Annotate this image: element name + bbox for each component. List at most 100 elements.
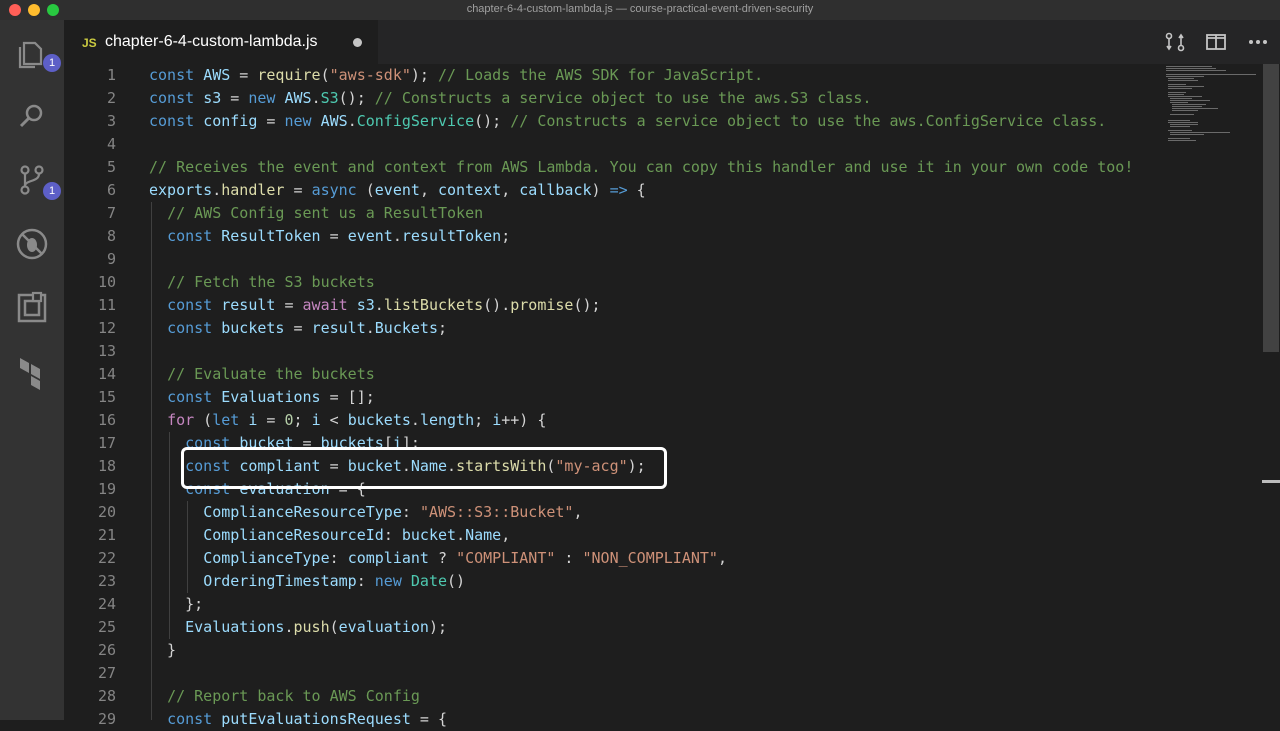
- debug-button[interactable]: [12, 224, 52, 264]
- code-line[interactable]: 26 }: [64, 639, 1162, 662]
- code-line[interactable]: 7 // AWS Config sent us a ResultToken: [64, 202, 1162, 225]
- code-token: event: [347, 227, 393, 245]
- code-text: // AWS Config sent us a ResultToken: [149, 202, 483, 225]
- split-editor-icon[interactable]: [1205, 32, 1227, 52]
- code-token: // Evaluate the buckets: [167, 365, 375, 383]
- tab-chapter-6-4-custom-lambda[interactable]: JS chapter-6-4-custom-lambda.js: [64, 20, 378, 64]
- code-token: const: [149, 66, 195, 84]
- extensions-icon: [17, 291, 47, 323]
- code-token: ConfigService: [356, 112, 475, 130]
- code-line[interactable]: 27: [64, 662, 1162, 685]
- code-token: // Report back to AWS Config: [167, 687, 420, 705]
- code-line[interactable]: 28 // Report back to AWS Config: [64, 685, 1162, 708]
- debug-icon: [16, 228, 48, 260]
- code-line[interactable]: 2 const s3 = new AWS.S3(); // Constructs …: [64, 87, 1162, 110]
- code-token: new: [248, 89, 276, 107]
- code-text: const buckets = result.Buckets;: [149, 317, 447, 340]
- code-token: ,: [501, 526, 511, 544]
- code-line[interactable]: 13: [64, 340, 1162, 363]
- code-token: result: [221, 296, 276, 314]
- code-token: =: [320, 227, 348, 245]
- code-token: for: [167, 411, 195, 429]
- code-text: const config = new AWS.ConfigService(); …: [149, 110, 1106, 133]
- code-editor[interactable]: 1 const AWS = require("aws-sdk"); // Load…: [64, 64, 1162, 728]
- source-control-button[interactable]: 1: [12, 160, 61, 200]
- line-number: 16: [97, 411, 116, 429]
- line-number: 15: [97, 388, 116, 406]
- code-token: ();: [338, 89, 375, 107]
- code-token: "NON_COMPLIANT": [582, 549, 718, 567]
- code-line[interactable]: 8 const ResultToken = event.resultToken;: [64, 225, 1162, 248]
- code-token: .: [311, 89, 321, 107]
- code-line[interactable]: 24 };: [64, 593, 1162, 616]
- code-token: OrderingTimestamp: [203, 572, 357, 590]
- code-line[interactable]: 25 Evaluations.push(evaluation);: [64, 616, 1162, 639]
- code-token: ,: [717, 549, 727, 567]
- code-line[interactable]: 22 ComplianceType: compliant ? "COMPLIAN…: [64, 547, 1162, 570]
- code-token: Date: [410, 572, 448, 590]
- code-line[interactable]: 16 for (let i = 0; i < buckets.length; i…: [64, 409, 1162, 432]
- code-token: Buckets: [374, 319, 438, 337]
- code-line[interactable]: 9: [64, 248, 1162, 271]
- code-token: const: [149, 89, 195, 107]
- code-line[interactable]: 5 // Receives the event and context from …: [64, 156, 1162, 179]
- code-token: const: [167, 319, 213, 337]
- code-token: (: [194, 411, 213, 429]
- code-line[interactable]: 10 // Fetch the S3 buckets: [64, 271, 1162, 294]
- code-token: ++) {: [501, 411, 547, 429]
- code-token: AWS: [320, 112, 348, 130]
- code-token: :: [555, 549, 583, 567]
- code-token: // Fetch the S3 buckets: [167, 273, 375, 291]
- scrollbar-thumb[interactable]: [1263, 64, 1279, 352]
- code-line[interactable]: 15 const Evaluations = [];: [64, 386, 1162, 409]
- tab-bar: JS chapter-6-4-custom-lambda.js: [64, 20, 1280, 64]
- code-token: .: [456, 526, 466, 544]
- code-line[interactable]: 11 const result = await s3.listBuckets()…: [64, 294, 1162, 317]
- code-token: async: [311, 181, 357, 199]
- code-token: Evaluations: [221, 388, 321, 406]
- code-token: .: [212, 181, 222, 199]
- code-token: = {: [410, 710, 448, 728]
- code-line[interactable]: 21 ComplianceResourceId: bucket.Name,: [64, 524, 1162, 547]
- extensions-button[interactable]: [12, 288, 52, 328]
- code-line[interactable]: 4: [64, 133, 1162, 156]
- minimap[interactable]: [1162, 64, 1260, 720]
- unsaved-changes-dot[interactable]: [353, 38, 362, 47]
- code-token: require: [257, 66, 321, 84]
- code-line[interactable]: 3 const config = new AWS.ConfigService();…: [64, 110, 1162, 133]
- code-token: =: [221, 89, 249, 107]
- line-number: 19: [97, 480, 116, 498]
- code-line[interactable]: 23 OrderingTimestamp: new Date(): [64, 570, 1162, 593]
- search-button[interactable]: [12, 96, 52, 136]
- code-token: "COMPLIANT": [456, 549, 556, 567]
- code-line[interactable]: 20 ComplianceResourceType: "AWS::S3::Buc…: [64, 501, 1162, 524]
- code-line[interactable]: 14 // Evaluate the buckets: [64, 363, 1162, 386]
- more-actions-icon[interactable]: [1247, 32, 1269, 52]
- explorer-button[interactable]: 1: [12, 34, 61, 74]
- code-token: ;: [438, 319, 448, 337]
- code-token: );: [428, 618, 448, 636]
- code-token: evaluation: [338, 618, 429, 636]
- title-bar: chapter-6-4-custom-lambda.js — course-pr…: [0, 0, 1280, 20]
- code-line[interactable]: 6 exports.handler = async (event, context…: [64, 179, 1162, 202]
- code-line[interactable]: 1 const AWS = require("aws-sdk"); // Load…: [64, 64, 1162, 87]
- terraform-button[interactable]: [12, 352, 52, 392]
- code-text: // Receives the event and context from A…: [149, 156, 1133, 179]
- code-text: OrderingTimestamp: new Date(): [149, 570, 465, 593]
- code-token: .: [392, 227, 402, 245]
- code-token: s3: [356, 296, 375, 314]
- code-line[interactable]: 12 const buckets = result.Buckets;: [64, 317, 1162, 340]
- line-number: 28: [97, 687, 116, 705]
- compare-changes-icon[interactable]: [1164, 32, 1186, 52]
- code-text: Evaluations.push(evaluation);: [149, 616, 447, 639]
- code-token: 0: [284, 411, 294, 429]
- line-number: 11: [97, 296, 116, 314]
- line-number: 20: [97, 503, 116, 521]
